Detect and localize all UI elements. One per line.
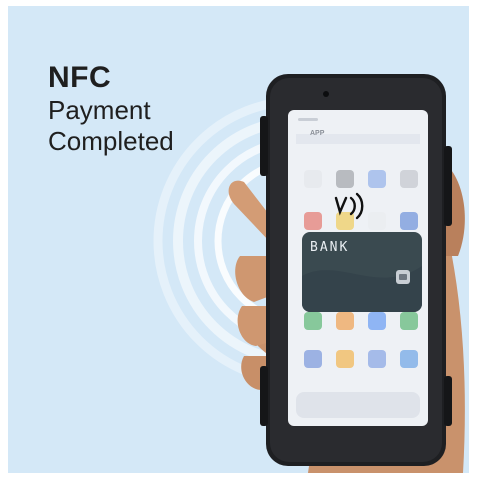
promo-card: NFC Payment Completed APP BANK — [8, 6, 469, 473]
phone-illustration — [228, 74, 465, 473]
bank-card-label: BANK — [310, 240, 350, 255]
wallet-icon — [396, 270, 410, 284]
app-tab: APP — [310, 130, 325, 137]
